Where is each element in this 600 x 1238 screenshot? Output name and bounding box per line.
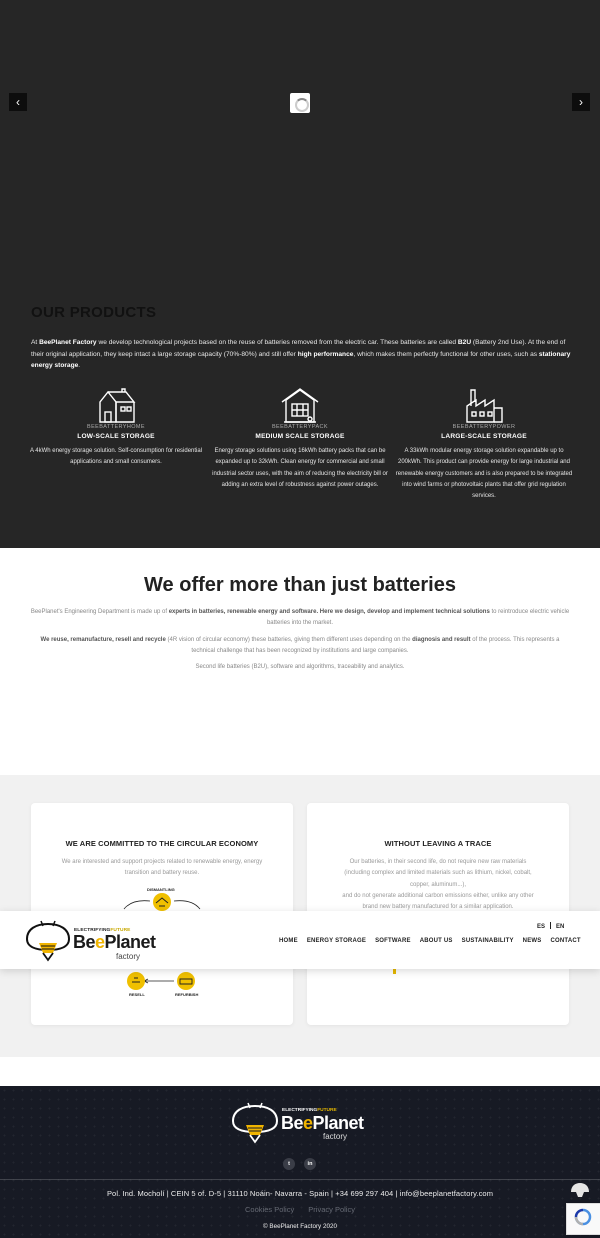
bee-mark-icon (393, 969, 396, 974)
hero-section: ‹ › OUR PRODUCTS At BeePlanet Factory we… (0, 0, 600, 548)
products-intro: At BeePlanet Factory we develop technolo… (31, 339, 571, 369)
product-brand: BEEBATTERYPACK (271, 424, 329, 430)
product-description: Energy storage solutions using 16kWh bat… (212, 448, 388, 488)
nav-home[interactable]: HOME (279, 938, 298, 944)
diagram-label-refurbish: REFURBISH (175, 992, 199, 997)
product-title: LOW-SCALE STORAGE (77, 433, 155, 440)
dismantling-icon (123, 893, 201, 911)
product-brand: BEEBATTERYPOWER (452, 424, 516, 430)
product-description: A 4kWh energy storage solution. Self-con… (29, 448, 203, 466)
recaptcha-badge[interactable] (566, 1203, 600, 1235)
nav-about-us[interactable]: ABOUT US (420, 938, 453, 944)
card-text: Our batteries, in their second life, do … (342, 859, 534, 911)
lang-en[interactable]: EN (556, 924, 564, 930)
footer-address: Pol. Ind. Mocholí | CEIN 5 of. D-5 | 311… (106, 1189, 494, 1198)
linkedin-icon[interactable]: in (304, 1158, 316, 1170)
offer-paragraph-3: Second life batteries (B2U), software an… (195, 664, 405, 670)
logo-subtitle: factory (116, 952, 141, 961)
lang-separator (550, 922, 552, 929)
product-low-scale: BEEBATTERYHOME LOW-SCALE STORAGE A 4kWh … (26, 388, 206, 469)
building-battery-icon (281, 388, 319, 423)
nav-sustainability[interactable]: SUSTAINABILITY (462, 938, 514, 944)
lang-es[interactable]: ES (537, 924, 545, 930)
footer-logo-wordmark[interactable]: BeePlanet (281, 1113, 364, 1134)
product-title: LARGE-SCALE STORAGE (441, 433, 527, 440)
language-switcher: ES EN (537, 922, 564, 930)
circular-diagram-bottom: RESELL REFURBISH (118, 969, 208, 1001)
product-medium-scale: BEEBATTERYPACK MEDIUM SCALE STORAGE Ener… (210, 388, 390, 491)
nav-news[interactable]: NEWS (523, 938, 542, 944)
footer-logo-subtitle: factory (323, 1132, 348, 1141)
card-title: WITHOUT LEAVING A TRACE (384, 839, 492, 848)
factory-icon (466, 389, 503, 423)
offer-paragraph-2: We reuse, remanufacture, resell and recy… (40, 637, 560, 654)
footer-links: Cookies Policy Privacy Policy (0, 1205, 600, 1214)
diagram-label-dismantling: DISMANTLING (147, 887, 175, 892)
slider-prev-button[interactable]: ‹ (9, 93, 27, 111)
logo-wordmark[interactable]: BeePlanet (73, 932, 156, 953)
nav-contact[interactable]: CONTACT (550, 938, 580, 944)
loading-spinner-icon (290, 93, 310, 113)
nav-software[interactable]: SOFTWARE (375, 938, 411, 944)
footer: ELECTRIFYINGFUTURE BeePlanet factory t i… (0, 1086, 600, 1238)
twitter-icon[interactable]: t (283, 1158, 295, 1170)
product-large-scale: BEEBATTERYPOWER LARGE-SCALE STORAGE A 33… (394, 388, 574, 502)
product-title: MEDIUM SCALE STORAGE (255, 433, 345, 440)
slider-next-button[interactable]: › (572, 93, 590, 111)
scroll-to-top-icon[interactable] (569, 1180, 591, 1198)
house-icon (99, 388, 136, 423)
footer-copyright: © BeePlanet Factory 2020 (263, 1223, 337, 1230)
recaptcha-icon (574, 1208, 592, 1226)
footer-logo-icon[interactable] (230, 1100, 280, 1144)
products-title: OUR PRODUCTS (31, 304, 157, 321)
card-text: We are interested and support projects r… (61, 859, 263, 877)
product-brand: BEEBATTERYHOME (87, 424, 145, 430)
beeplanet-logo-icon[interactable] (24, 917, 72, 963)
diagram-label-resell: RESELL (129, 992, 145, 997)
card-title: WE ARE COMMITTED TO THE CIRCULAR ECONOMY (65, 839, 259, 848)
resell-refurbish-icons (127, 972, 195, 990)
main-nav: HOME ENERGY STORAGE SOFTWARE ABOUT US SUSTAI… (279, 938, 581, 944)
footer-divider (0, 1179, 600, 1180)
offer-title: We offer more than just batteries (144, 574, 456, 596)
product-description: A 33kWh modular energy storage solution … (395, 448, 573, 500)
nav-energy-storage[interactable]: ENERGY STORAGE (307, 938, 366, 944)
offer-paragraph-1: BeePlanet's Engineering Department is ma… (30, 609, 570, 626)
circular-diagram-top: DISMANTLING (122, 887, 202, 911)
privacy-policy-link[interactable]: Privacy Policy (308, 1205, 355, 1214)
cookies-policy-link[interactable]: Cookies Policy (245, 1205, 294, 1214)
